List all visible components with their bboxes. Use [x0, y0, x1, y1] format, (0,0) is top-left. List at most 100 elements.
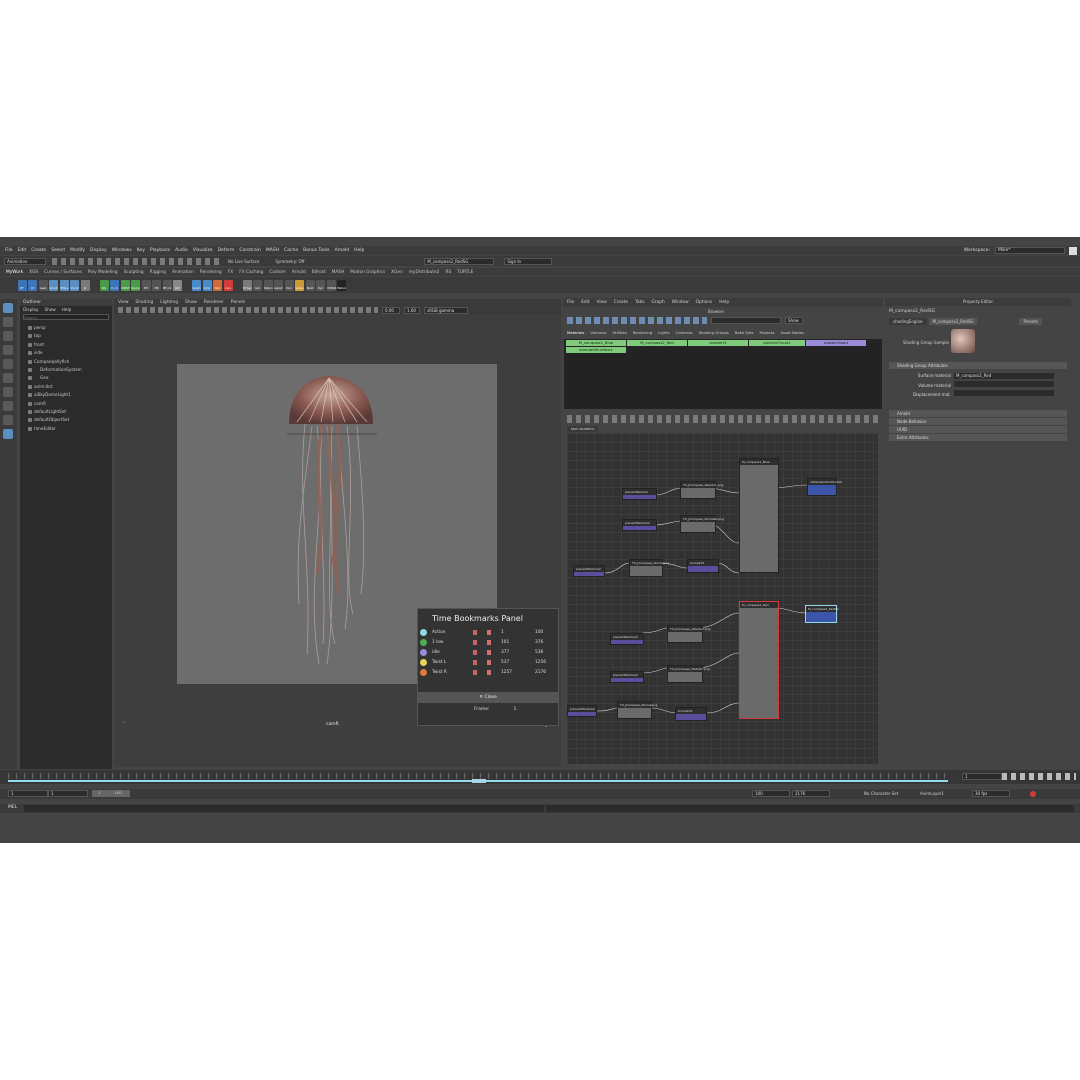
fps-select[interactable]: 30 fps — [972, 790, 1010, 797]
shelf-button[interactable]: CV-CV — [70, 279, 79, 291]
shelf-button[interactable]: RAT — [173, 279, 182, 291]
bookmark-range-icon[interactable] — [487, 649, 491, 655]
bookmark-range-icon[interactable] — [487, 660, 491, 666]
hs-menu-graph[interactable]: Graph — [652, 300, 665, 305]
bookmark-frame-icon[interactable] — [473, 660, 477, 666]
browser-tab[interactable]: Cameras — [676, 330, 693, 335]
shelf-tab[interactable]: TURTLE — [457, 270, 473, 275]
command-language-label[interactable]: MEL — [8, 805, 17, 810]
graph-tab[interactable]: last shaders — [567, 426, 599, 432]
section-arnold[interactable]: Arnold — [889, 410, 1067, 417]
menu-constrain[interactable]: Constrain — [239, 248, 261, 253]
shader-node[interactable]: TX_JCompass_Albedo2.png — [667, 625, 710, 643]
select-tool-icon[interactable] — [3, 303, 13, 313]
bookmark-color-swatch[interactable] — [420, 648, 427, 656]
menu-create[interactable]: Create — [31, 248, 46, 253]
range-bar[interactable]: 1 100 — [92, 790, 130, 797]
shelf-button[interactable]: Color — [202, 279, 212, 291]
shelf-button[interactable]: Spider — [295, 279, 304, 291]
shelf-button[interactable]: Squrares — [131, 279, 140, 291]
outliner-item[interactable]: DeformationSystem — [20, 366, 112, 374]
browser-tab[interactable]: Lights — [658, 330, 669, 335]
hs-menu-tabs[interactable]: Tabs — [635, 300, 645, 305]
shader-node[interactable]: TX_JCompass_Metallic.png — [667, 665, 710, 683]
material-swatch[interactable]: lambert1 — [688, 340, 748, 346]
shelf-tab-mywork[interactable]: MyWork — [6, 270, 23, 275]
anim-layer-select[interactable]: AnimLayer1 — [920, 791, 944, 796]
node-graph[interactable]: place2dTexture TX_JCompass_Albedo1.png p… — [567, 433, 878, 764]
hs-menu-window[interactable]: Window — [672, 300, 689, 305]
lasso-tool-icon[interactable] — [3, 317, 13, 327]
outliner-item[interactable]: defaultObjectSet — [20, 416, 112, 424]
shelf-button[interactable]: Graph — [192, 279, 201, 291]
browser-tab[interactable]: Volumes — [590, 330, 606, 335]
outliner-item[interactable]: aiSkyDomeLight1 — [20, 391, 112, 399]
shelf-tab[interactable]: MASH — [332, 270, 345, 275]
menu-deform[interactable]: Deform — [218, 248, 235, 253]
selected-object-field[interactable]: M_compass2_RedSG — [424, 257, 495, 265]
shelf-button[interactable]: JS — [80, 279, 90, 291]
vp-menu-show[interactable]: Show — [185, 300, 197, 305]
shader-node-selected[interactable]: M_compass2_Red — [739, 601, 779, 719]
shelf-tab[interactable]: Rigging — [150, 270, 166, 275]
hs-menu-view[interactable]: View — [597, 300, 607, 305]
browser-tab[interactable]: Rendering — [633, 330, 652, 335]
shelf-button[interactable]: CTRLs — [59, 279, 69, 291]
shelf-button[interactable]: Ribbon — [263, 279, 273, 291]
range-start-field[interactable]: 1 — [48, 790, 88, 797]
shader-node[interactable]: TX_JCompass_Normapng — [629, 559, 669, 577]
bookmark-range-icon[interactable] — [487, 670, 491, 676]
menu-audio[interactable]: Audio — [175, 248, 188, 253]
browser-tab[interactable]: Bake Sets — [735, 330, 754, 335]
outliner-menu-show[interactable]: Show — [44, 306, 55, 313]
shader-node[interactable]: aiStandardSurfaceSG — [807, 478, 842, 496]
bookmark-row[interactable]: Twist L 537 1256 — [418, 658, 558, 668]
shelf-button[interactable]: CONST — [120, 279, 130, 291]
shelf-tab[interactable]: Arnold — [292, 270, 306, 275]
section-node-behavior[interactable]: Node Behavior — [889, 418, 1067, 425]
shelf-tab[interactable]: XGS — [29, 270, 38, 275]
sign-in-button[interactable]: Sign In — [504, 257, 553, 265]
material-swatch[interactable]: M_compass2_Red — [627, 340, 687, 346]
shelf-tab[interactable]: Motion Graphics — [350, 270, 385, 275]
material-swatch[interactable]: shaderGlow1 — [806, 340, 866, 346]
bookmark-row[interactable]: Action 1 100 — [418, 627, 558, 637]
shader-node[interactable]: TX_JCompass_Albedo1.png — [680, 481, 723, 499]
bookmark-row[interactable]: idle 377 536 — [418, 647, 558, 657]
hs-menu-options[interactable]: Options — [696, 300, 713, 305]
close-button[interactable]: ✕ Close — [418, 691, 558, 703]
hs-menu-help[interactable]: Help — [719, 300, 729, 305]
current-frame-field[interactable]: 1 — [962, 773, 1002, 780]
menu-cache[interactable]: Cache — [284, 248, 298, 253]
shelf-button[interactable]: OVERLE — [326, 279, 336, 291]
shelf-tab[interactable]: myDistribute2 — [409, 270, 440, 275]
exposure-field[interactable]: 0.00 — [382, 306, 400, 314]
window-toggle-icon[interactable] — [1069, 246, 1077, 255]
paint-select-icon[interactable] — [3, 331, 13, 341]
shader-node[interactable]: place2dTexture2 — [622, 519, 657, 531]
outliner-item[interactable]: Geo — [20, 374, 112, 382]
browser-toolbar-icons[interactable] — [567, 317, 707, 324]
menu-arnold[interactable]: Arnold — [335, 248, 350, 253]
bookmark-row[interactable]: 1 low 101 376 — [418, 637, 558, 647]
section-extra-attributes[interactable]: Extra Attributes — [889, 434, 1067, 441]
presets-button[interactable]: Presets — [1019, 318, 1043, 325]
time-slider[interactable]: 1 — [0, 770, 1080, 784]
menu-bonus-tools[interactable]: Bonus Tools — [303, 248, 329, 253]
menu-help[interactable]: Help — [354, 248, 364, 253]
layout-side-icon[interactable] — [3, 415, 13, 425]
bookmark-color-swatch[interactable] — [420, 628, 427, 636]
graph-toolbar-icons[interactable] — [567, 415, 879, 423]
outliner-item[interactable]: persp — [20, 324, 112, 332]
layout-single-icon[interactable] — [3, 387, 13, 397]
browser-show-button[interactable]: Show — [785, 317, 803, 324]
shelf-button[interactable]: Build — [305, 279, 315, 291]
shelf-button[interactable]: MR — [152, 279, 161, 291]
hs-menu-create[interactable]: Create — [614, 300, 628, 305]
move-tool-icon[interactable] — [3, 345, 13, 355]
ae-tab-shading-engine[interactable]: shadingEngine — [889, 318, 927, 325]
shader-node[interactable]: place2dTexture4 — [610, 671, 644, 683]
shelf-button[interactable]: BT — [17, 279, 27, 291]
menu-windows[interactable]: Windows — [112, 248, 132, 253]
outliner-item[interactable]: anim:ikrt — [20, 383, 112, 391]
